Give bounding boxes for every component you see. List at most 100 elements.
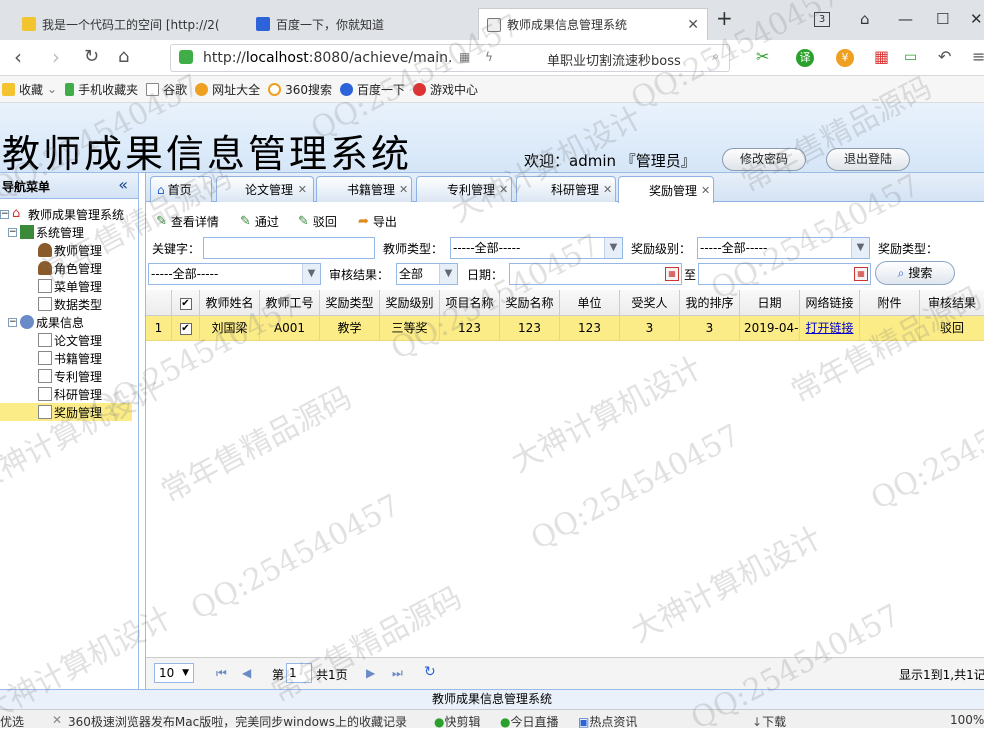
status-item-download[interactable]: ↓下载 (752, 713, 786, 728)
column-header[interactable]: 项目名称 (440, 290, 500, 316)
refresh-icon[interactable]: ↻ (424, 664, 436, 680)
tree-item-research[interactable]: 科研管理 (38, 385, 102, 403)
column-header[interactable]: 奖励名称 (500, 290, 560, 316)
collapse-icon[interactable]: « (118, 175, 128, 194)
tree-group-system[interactable]: − 系统管理 (8, 223, 84, 241)
collapse-toggle-icon[interactable]: − (8, 227, 17, 237)
calendar-icon[interactable]: ▦ (665, 267, 679, 281)
column-header[interactable]: 教师姓名 (200, 290, 260, 316)
lightning-icon[interactable]: ϟ (485, 50, 493, 64)
tree-item-paper[interactable]: 论文管理 (38, 331, 102, 349)
first-page-icon[interactable]: ⏮ (216, 666, 227, 681)
bookmark-favorites[interactable]: 收藏 ⌄ (2, 81, 57, 98)
column-header[interactable]: 奖励级别 (380, 290, 440, 316)
browser-tab[interactable]: 百度一下，你就知道 (248, 8, 474, 40)
last-page-icon[interactable]: ⏭ (392, 666, 403, 681)
tab-research[interactable]: 科研管理 ✕ (516, 176, 616, 202)
status-item-clip[interactable]: ●快剪辑 (434, 713, 481, 728)
keyword-input[interactable] (203, 237, 375, 259)
tree-item-award[interactable]: 奖励管理 (0, 403, 132, 421)
pass-button[interactable]: ✎ 通过 (240, 213, 279, 230)
bookmark-sites[interactable]: 网址大全 (195, 81, 260, 98)
column-header[interactable]: 教师工号 (260, 290, 320, 316)
undo-icon[interactable]: ↶ (938, 47, 951, 67)
bookmark-baidu[interactable]: 百度一下 (340, 81, 405, 98)
tree-item-menu[interactable]: 菜单管理 (38, 277, 102, 295)
close-icon[interactable]: ✕ (495, 183, 508, 196)
column-header[interactable]: 单位 (560, 290, 620, 316)
teacher-type-select[interactable]: -----全部----- ▼ (450, 237, 623, 259)
checkbox-checked-icon[interactable]: ✔ (179, 297, 192, 310)
home-icon[interactable]: ⌂ (118, 47, 129, 67)
tab-patent[interactable]: 专利管理 ✕ (416, 176, 512, 202)
shirt-icon[interactable]: ⌂ (860, 10, 870, 28)
status-item-live[interactable]: ●今日直播 (500, 713, 559, 728)
status-news[interactable]: 360极速浏览器发布Mac版啦，完美同步windows上的收藏记录 (68, 713, 407, 728)
search-icon[interactable]: ⌕ (712, 49, 719, 64)
chevron-down-icon[interactable]: ▼ (851, 238, 869, 258)
back-icon[interactable]: ‹ (14, 47, 22, 67)
bookmark-google[interactable]: 谷歌 (146, 81, 187, 98)
qr-icon[interactable]: ▦ (459, 50, 470, 64)
tree-item-datatype[interactable]: 数据类型 (38, 295, 102, 313)
reload-icon[interactable]: ↻ (84, 47, 99, 67)
export-button[interactable]: ➦ 导出 (358, 213, 397, 230)
close-icon[interactable]: ✕ (52, 713, 62, 727)
audit-select[interactable]: 全部 ▼ (396, 263, 458, 285)
browser-tab[interactable]: 我是一个代码工的空间 [http://2( (14, 8, 242, 40)
close-icon[interactable]: ✕ (294, 183, 307, 196)
column-header[interactable]: 网络链接 (800, 290, 860, 316)
close-tab-icon[interactable]: ✕ (677, 17, 699, 33)
view-details-button[interactable]: ✎ 查看详情 (156, 213, 219, 230)
close-window-icon[interactable]: ✕ (970, 10, 983, 28)
search-button[interactable]: ⌕ 搜索 (875, 261, 955, 285)
search-suggestion[interactable]: 单职业切割流速秒boss (547, 50, 681, 69)
page-number-input[interactable]: 1 (286, 663, 312, 683)
battery-icon[interactable]: ▭ (904, 47, 917, 67)
calendar-icon[interactable]: ▦ (854, 267, 868, 281)
page-size-select[interactable]: 10 ▼ (154, 663, 194, 683)
column-header[interactable]: 日期 (740, 290, 800, 316)
status-left[interactable]: 优选 (0, 713, 24, 728)
scissors-icon[interactable]: ✂ (756, 47, 769, 67)
chevron-down-icon[interactable]: ▼ (439, 264, 457, 284)
tree-root[interactable]: − ⌂ 教师成果管理系统 (0, 205, 124, 223)
close-icon[interactable]: ✕ (395, 183, 408, 196)
next-page-icon[interactable]: ▶ (366, 666, 375, 680)
reject-button[interactable]: ✎ 驳回 (298, 213, 337, 230)
close-icon[interactable]: ✕ (697, 184, 710, 197)
column-header[interactable]: 审核结果 (920, 290, 984, 316)
column-header[interactable]: 我的排序 (680, 290, 740, 316)
url-input[interactable]: http://localhost:8080/achieve/main. ▦ ϟ … (170, 44, 730, 72)
chevron-down-icon[interactable]: ▼ (604, 238, 622, 258)
row-checkbox[interactable]: ✔ (172, 316, 200, 341)
checkbox-checked-icon[interactable]: ✔ (179, 322, 192, 335)
chevron-down-icon[interactable]: ▼ (302, 264, 320, 284)
forward-icon[interactable]: › (52, 47, 60, 67)
bookmark-360[interactable]: 360搜索 (268, 81, 332, 98)
tab-book[interactable]: 书籍管理 ✕ (316, 176, 412, 202)
tree-item-role[interactable]: 角色管理 (38, 259, 102, 277)
tree-group-achievement[interactable]: − 成果信息 (8, 313, 84, 331)
column-header[interactable]: 附件 (860, 290, 920, 316)
tab-paper[interactable]: 论文管理 ✕ (216, 176, 314, 202)
bookmark-games[interactable]: 游戏中心 (413, 81, 478, 98)
tree-item-patent[interactable]: 专利管理 (38, 367, 102, 385)
bookmark-mobile[interactable]: 手机收藏夹 (65, 81, 138, 98)
prev-page-icon[interactable]: ◀ (242, 666, 251, 680)
column-header[interactable]: 奖励类型 (320, 290, 380, 316)
tree-item-book[interactable]: 书籍管理 (38, 349, 102, 367)
open-link[interactable]: 打开链接 (800, 316, 860, 341)
apps-icon[interactable]: ▦ (874, 47, 889, 67)
translate-icon[interactable]: 译 (796, 49, 814, 67)
logout-button[interactable]: 退出登陆 (826, 148, 910, 171)
award-type-select[interactable]: -----全部----- ▼ (148, 263, 321, 285)
menu-icon[interactable]: ≡ (972, 47, 984, 67)
zoom-level[interactable]: 100% (950, 713, 984, 727)
minimize-icon[interactable]: — (898, 10, 913, 28)
tree-item-teacher[interactable]: 教师管理 (38, 241, 102, 259)
column-header[interactable]: 受奖人 (620, 290, 680, 316)
tab-count-badge[interactable]: 3 (814, 12, 830, 27)
collapse-toggle-icon[interactable]: − (0, 209, 9, 219)
tab-award[interactable]: 奖励管理 ✕ (618, 176, 714, 203)
